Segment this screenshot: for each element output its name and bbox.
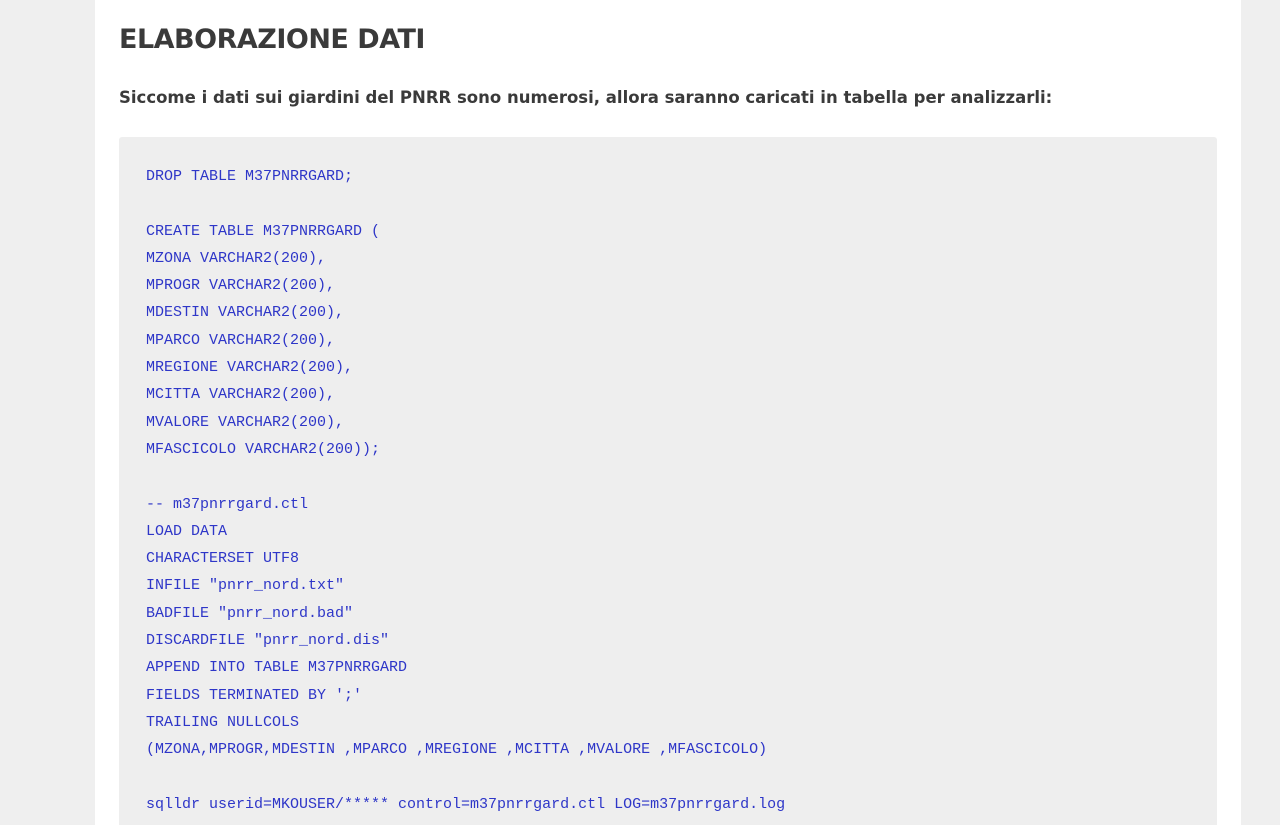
intro-paragraph: Siccome i dati sui giardini del PNRR son… <box>119 88 1053 107</box>
code-line: APPEND INTO TABLE M37PNRRGARD <box>146 659 408 677</box>
code-line: MREGIONE VARCHAR2(200), <box>146 359 354 377</box>
code-line: MCITTA VARCHAR2(200), <box>146 386 336 404</box>
code-line: MFASCICOLO VARCHAR2(200)); <box>146 440 381 458</box>
code-line: CREATE TABLE M37PNRRGARD ( <box>146 222 381 240</box>
code-line: MVALORE VARCHAR2(200), <box>146 413 345 431</box>
content-column: ELABORAZIONE DATI Siccome i dati sui gia… <box>95 0 1241 825</box>
section-title: ELABORAZIONE DATI <box>119 24 425 55</box>
code-line: MPARCO VARCHAR2(200), <box>146 331 336 349</box>
code-content: DROP TABLE M37PNRRGARD; CREATE TABLE M37P… <box>146 163 1217 818</box>
code-line: DISCARDFILE "pnrr_nord.dis" <box>146 632 390 650</box>
code-line: INFILE "pnrr_nord.txt" <box>146 577 345 595</box>
code-block[interactable]: DROP TABLE M37PNRRGARD; CREATE TABLE M37P… <box>119 137 1217 825</box>
code-line: LOAD DATA <box>146 522 228 540</box>
code-line: DROP TABLE M37PNRRGARD; <box>146 168 354 185</box>
code-line: -- m37pnrrgard.ctl <box>146 495 309 513</box>
code-line: MDESTIN VARCHAR2(200), <box>146 304 345 322</box>
code-line: MZONA VARCHAR2(200), <box>146 249 327 267</box>
code-line: TRAILING NULLCOLS <box>146 713 300 731</box>
code-line: FIELDS TERMINATED BY ';' <box>146 686 363 704</box>
code-line: BADFILE "pnrr_nord.bad" <box>146 604 354 622</box>
code-line: CHARACTERSET UTF8 <box>146 550 300 568</box>
code-line: sqlldr userid=MKOUSER/***** control=m37p… <box>146 795 786 813</box>
code-line: (MZONA,MPROGR,MDESTIN ,MPARCO ,MREGIONE … <box>146 741 768 759</box>
code-line: MPROGR VARCHAR2(200), <box>146 277 336 295</box>
